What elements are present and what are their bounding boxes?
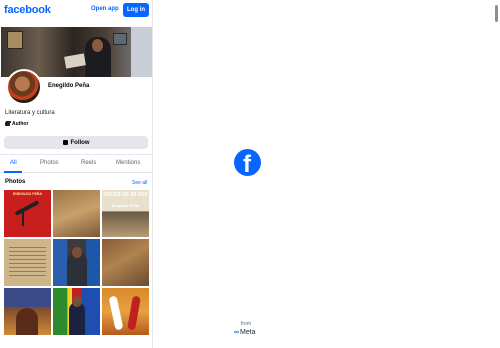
profile-name: Enegildo Peña [48,83,90,89]
cover-detail [64,53,86,69]
profile-panel: facebook Open app Log in Enegildo Peña L… [0,0,153,348]
dancer-graphic [127,295,141,331]
dancer-graphic [108,295,124,331]
facebook-f-icon: f [234,149,261,176]
meta-infinity-icon: ∞ [234,329,239,336]
profile-intro: Literatura y cultura [5,110,55,116]
photo-tile-title: VOCES DE MI VOZ [103,192,148,198]
cover-detail [7,31,23,49]
meta-logo: ∞ Meta [234,329,256,336]
photo-tile-author: Enegildo Peña [111,203,140,208]
meta-label: Meta [240,329,256,336]
follow-label: Follow [70,139,90,146]
profile-avatar[interactable] [6,69,42,105]
photo-tile[interactable]: VOCES DE MI VOZ Enegildo Peña [102,190,149,237]
photo-tile[interactable] [102,288,149,335]
active-tab-indicator [4,171,22,173]
briefcase-icon [5,121,11,126]
telescope-graphic [22,212,24,226]
cover-detail [113,33,127,45]
category-label: Author [12,121,29,127]
profile-category: Author [5,121,28,127]
figure-graphic [16,308,38,335]
top-bar: facebook Open app Log in [0,0,152,21]
login-button[interactable]: Log in [123,3,149,17]
open-app-link[interactable]: Open app [91,6,119,12]
photo-tile[interactable]: ENEGILDO PEÑA [4,190,51,237]
telescope-graphic [14,200,40,216]
cover-detail [92,39,103,52]
photo-tile[interactable] [102,239,149,286]
tab-all[interactable]: All [10,160,17,166]
photo-tile-title: ENEGILDO PEÑA [13,192,42,196]
profile-tabs: All Photos Reels Mentions [0,154,152,173]
person-graphic [72,296,82,307]
document-graphic [9,247,46,277]
tab-reels[interactable]: Reels [81,160,96,166]
facebook-logo[interactable]: facebook [4,4,51,16]
page-scrollbar[interactable] [494,0,500,348]
photo-tile[interactable] [4,239,51,286]
photo-tile[interactable] [53,288,100,335]
follow-icon [62,140,68,145]
photo-tile[interactable] [53,239,100,286]
from-label: from [241,321,251,327]
photo-tile[interactable] [4,288,51,335]
tab-mentions[interactable]: Mentions [116,160,140,166]
scrollbar-thumb[interactable] [495,5,498,22]
photo-tile[interactable] [53,190,100,237]
follow-button[interactable]: Follow [4,136,148,149]
photo-grid: ENEGILDO PEÑA VOCES DE MI VOZ Enegildo P… [4,190,149,335]
cover-detail [131,27,152,77]
photos-section-title: Photos [5,179,26,185]
see-all-link[interactable]: See all [132,180,147,186]
facebook-f-glyph: f [243,151,251,177]
person-graphic [72,247,82,258]
tab-photos[interactable]: Photos [40,160,59,166]
